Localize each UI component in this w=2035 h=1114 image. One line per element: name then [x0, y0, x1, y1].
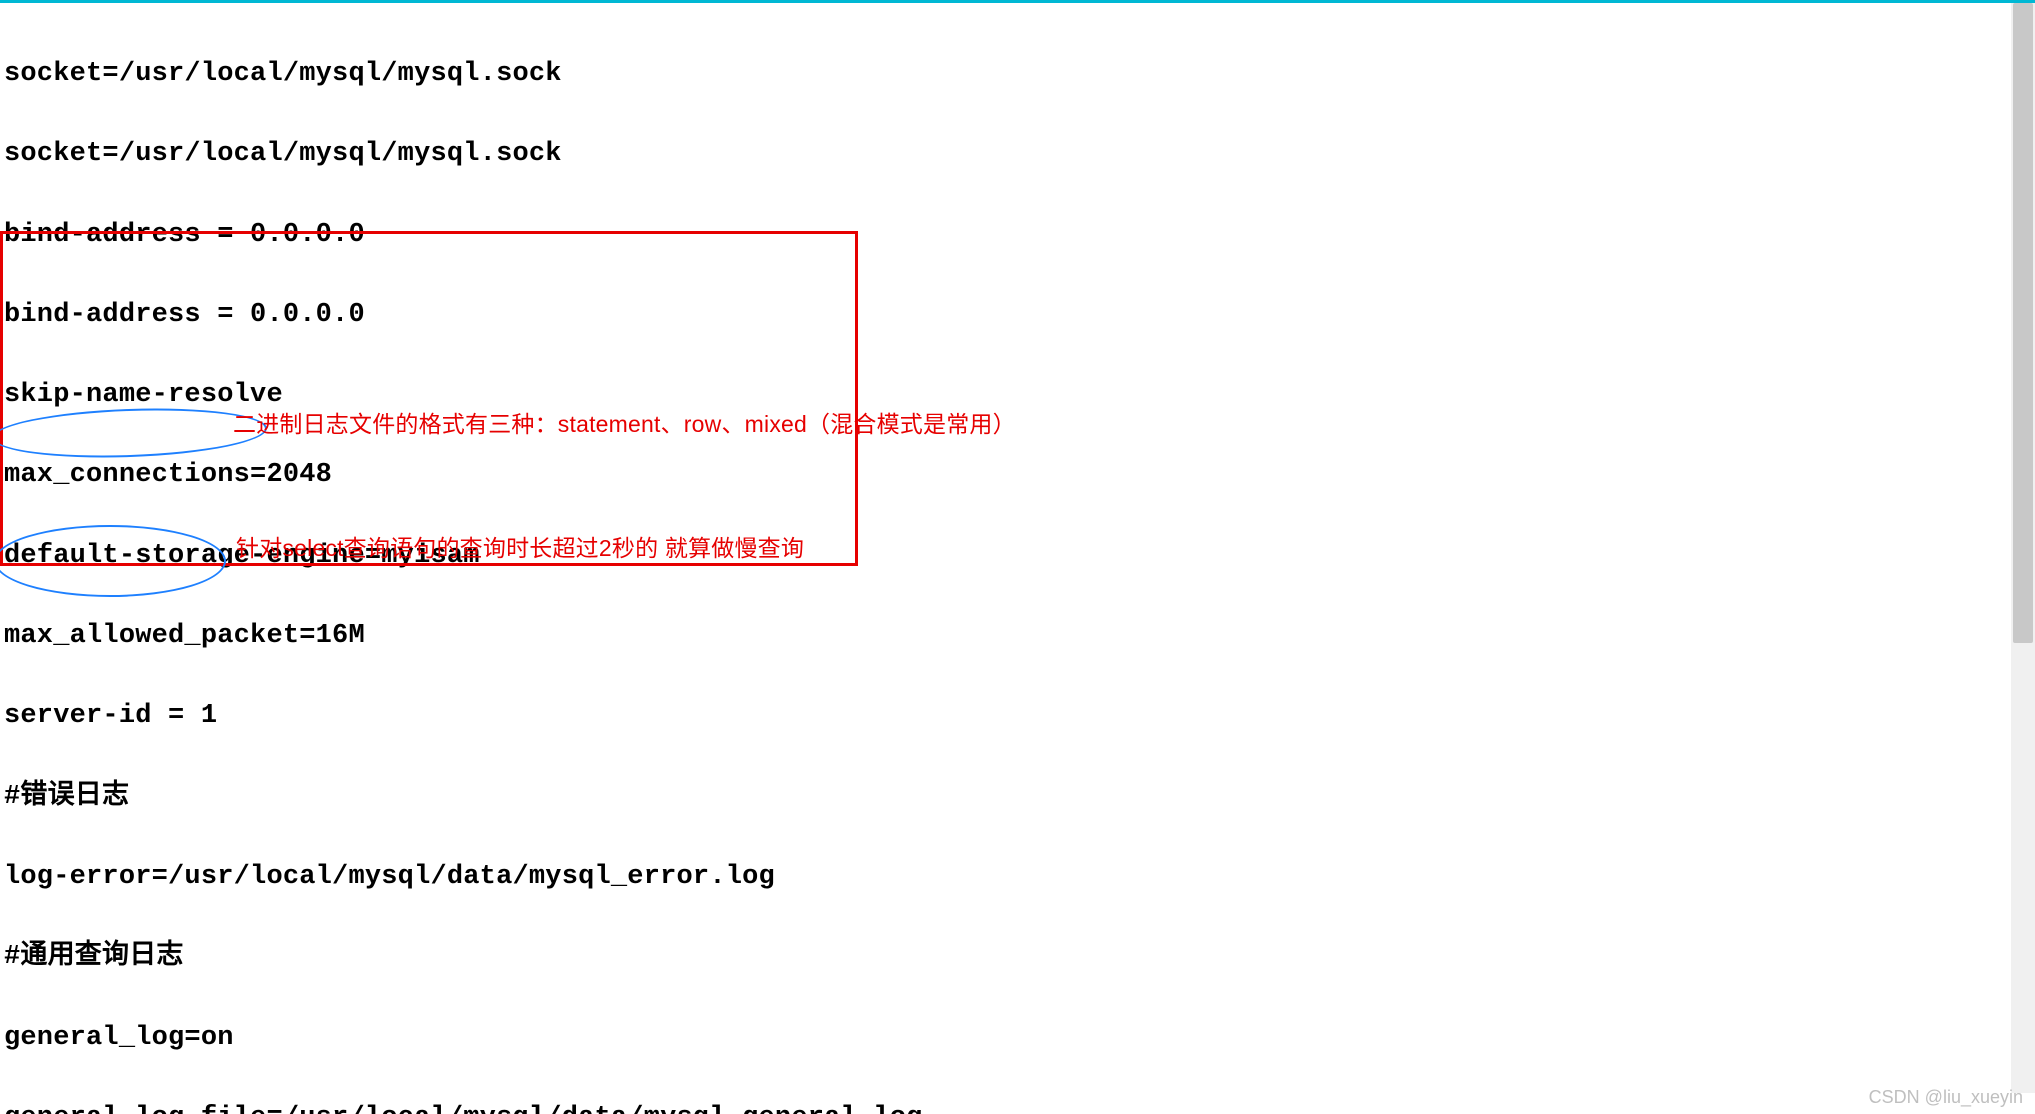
- config-line: socket=/usr/local/mysql/mysql.sock: [4, 61, 2035, 87]
- text-editor-area[interactable]: socket=/usr/local/mysql/mysql.sock socke…: [0, 3, 2035, 1114]
- scrollbar-thumb[interactable]: [2013, 3, 2033, 643]
- config-line: bind-address = 0.0.0.0: [4, 302, 2035, 328]
- config-line: max_connections=2048: [4, 462, 2035, 488]
- annotation-binlog-format: 二进制日志文件的格式有三种：statement、row、mixed（混合模式是常…: [233, 413, 1016, 436]
- watermark-text: CSDN @liu_xueyin: [1869, 1088, 2023, 1106]
- vertical-scrollbar[interactable]: [2011, 3, 2035, 1093]
- config-line: socket=/usr/local/mysql/mysql.sock: [4, 141, 2035, 167]
- config-line: general_log=on: [4, 1025, 2035, 1051]
- config-line: log-error=/usr/local/mysql/data/mysql_er…: [4, 864, 2035, 890]
- config-line: #错误日志: [4, 784, 2035, 810]
- annotation-long-query: 针对select查询语句的查询时长超过2秒的 就算做慢查询: [236, 537, 804, 560]
- config-line: skip-name-resolve: [4, 382, 2035, 408]
- highlight-ellipse-binlog: [0, 404, 268, 462]
- config-line: max_allowed_packet=16M: [4, 623, 2035, 649]
- config-line: bind-address = 0.0.0.0: [4, 222, 2035, 248]
- config-line: general_log_file=/usr/local/mysql/data/m…: [4, 1105, 2035, 1114]
- config-line: #通用查询日志: [4, 944, 2035, 970]
- config-line: server-id = 1: [4, 703, 2035, 729]
